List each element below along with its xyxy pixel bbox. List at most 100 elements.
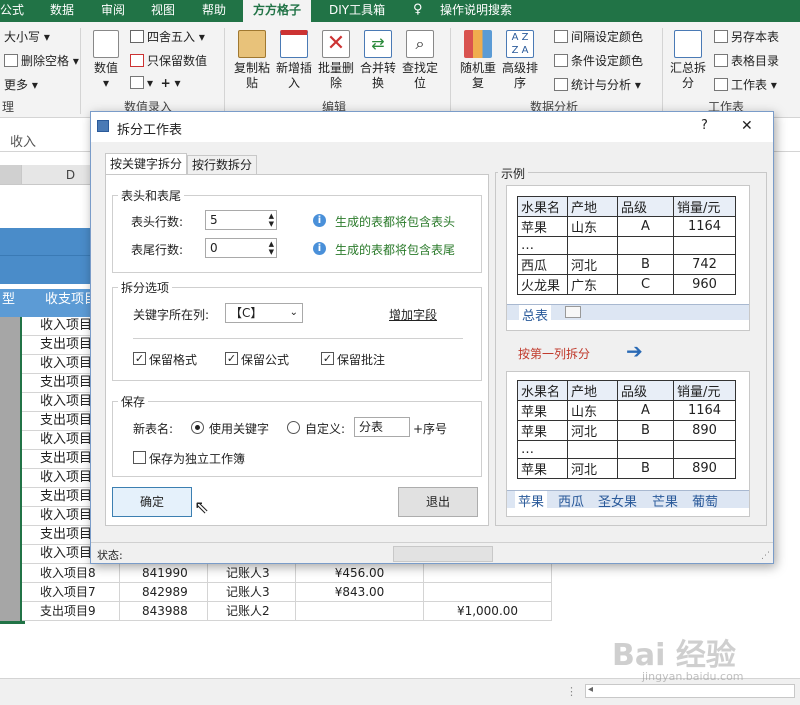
- misc-tools-button[interactable]: ▾ + ▾: [130, 76, 181, 90]
- more-button[interactable]: 更多 ▾: [4, 76, 38, 93]
- keep-value-button[interactable]: 只保留数值: [130, 52, 207, 69]
- tab-diy-toolbox[interactable]: DIY工具箱: [329, 0, 385, 22]
- example-header-cell: 品级: [617, 196, 674, 217]
- example-cell: 苹果: [517, 458, 568, 479]
- spinner-arrows-icon[interactable]: ▲ ▼: [269, 212, 274, 228]
- cond-color-button[interactable]: 条件设定颜色: [554, 52, 643, 69]
- round-icon: [130, 30, 144, 43]
- cell-code[interactable]: 843988: [120, 602, 208, 621]
- separator: [450, 28, 451, 114]
- sheet-toc-button[interactable]: 表格目录: [714, 52, 779, 69]
- example-legend: 示例: [498, 165, 529, 182]
- cell-item[interactable]: 收入项目8: [22, 564, 120, 583]
- example-row: …: [517, 236, 736, 255]
- cell-income[interactable]: [296, 602, 424, 621]
- tab-keyword-split[interactable]: 按关键字拆分: [105, 153, 187, 175]
- example-cell: 火龙果: [517, 274, 568, 295]
- ribbon-tab-bar: 公式 数据 审阅 视图 帮助 方方格子 DIY工具箱 ♀ 操作说明搜索: [0, 0, 800, 22]
- new-name-label: 新表名:: [133, 422, 174, 436]
- split-icon: [674, 30, 702, 58]
- example-cell: [673, 236, 736, 255]
- insert-row-icon: [280, 30, 308, 58]
- worksheet-button[interactable]: 工作表 ▾: [714, 76, 777, 93]
- example-row: 苹果 山东 A 1164: [517, 400, 736, 421]
- cell-expense[interactable]: [424, 583, 552, 602]
- cell-person[interactable]: 记账人3: [208, 583, 296, 602]
- case-button[interactable]: 大小写 ▾: [4, 28, 50, 45]
- keep-formula-checkbox[interactable]: ✓: [225, 352, 238, 365]
- summary-split-button[interactable]: 汇总拆分: [668, 30, 708, 91]
- advanced-sort-button[interactable]: A ZZ A 高级排序: [500, 30, 540, 91]
- horizontal-scrollbar[interactable]: [585, 684, 795, 698]
- keep-value-icon: [130, 54, 144, 67]
- keyword-col-label: 关键字所在列:: [133, 308, 210, 322]
- new-sheet-icon: [565, 306, 581, 318]
- cell-expense[interactable]: [424, 564, 552, 583]
- cell-expense[interactable]: ¥1,000.00: [424, 602, 552, 621]
- example-header-cell: 水果名: [517, 380, 568, 401]
- tab-row-split[interactable]: 按行数拆分: [187, 155, 257, 175]
- find-locate-button[interactable]: ⌕ 查找定位: [400, 30, 440, 91]
- tab-help[interactable]: 帮助: [202, 0, 226, 22]
- custom-radio[interactable]: [287, 421, 300, 434]
- save-independent-checkbox[interactable]: [133, 451, 146, 464]
- formula-bar-value[interactable]: 收入: [10, 131, 36, 150]
- example-row: 苹果 河北 B 890: [517, 420, 736, 441]
- spinner-arrows-icon[interactable]: ▲ ▼: [269, 240, 274, 256]
- copy-paste-button[interactable]: 复制粘贴: [232, 30, 272, 91]
- tab-view[interactable]: 视图: [151, 0, 175, 22]
- example-header-cell: 品级: [617, 380, 674, 401]
- header-rows-spinner[interactable]: 5 ▲ ▼: [205, 210, 277, 230]
- resize-grip-icon: ⋰: [761, 551, 770, 561]
- status-label: 状态:: [97, 549, 123, 562]
- keyword-col-select[interactable]: 【C】 ⌄: [225, 303, 303, 323]
- tab-search-help[interactable]: 操作说明搜索: [440, 0, 512, 22]
- remove-space-button[interactable]: 删除空格 ▾: [4, 52, 79, 69]
- merge-convert-button[interactable]: ⇄ 合并转换: [358, 30, 398, 91]
- cell-code[interactable]: 842989: [120, 583, 208, 602]
- close-icon[interactable]: ✕: [741, 118, 753, 134]
- keep-comment-checkbox[interactable]: ✓: [321, 352, 334, 365]
- ok-button[interactable]: 确定: [112, 487, 192, 517]
- cell-income[interactable]: ¥843.00: [296, 583, 424, 602]
- cell-code[interactable]: 841990: [120, 564, 208, 583]
- interval-color-button[interactable]: 间隔设定颜色: [554, 28, 643, 45]
- delete-x-icon: ✕: [322, 30, 350, 58]
- random-repeat-button[interactable]: 随机重复: [458, 30, 498, 91]
- edit-icon: [130, 76, 144, 89]
- tab-data[interactable]: 数据: [50, 0, 74, 22]
- use-keyword-radio[interactable]: [191, 421, 204, 434]
- selection-bottom-edge: [0, 621, 25, 624]
- custom-name-input[interactable]: 分表: [354, 417, 410, 437]
- arrow-down-icon: ➔: [626, 339, 643, 363]
- example-cell: [567, 236, 618, 255]
- tab-ffgz[interactable]: 方方格子: [243, 0, 312, 22]
- cell-person[interactable]: 记账人2: [208, 602, 296, 621]
- col-header-c[interactable]: [0, 165, 22, 185]
- footer-rows-spinner[interactable]: 0 ▲ ▼: [205, 238, 277, 258]
- example-cell: 河北: [567, 420, 618, 441]
- round-button[interactable]: 四舍五入 ▾: [130, 28, 205, 45]
- cell-item[interactable]: 收入项目7: [22, 583, 120, 602]
- scroll-left-icon[interactable]: ◂: [588, 684, 593, 695]
- example-cell: 河北: [567, 458, 618, 479]
- exit-button[interactable]: 退出: [398, 487, 478, 517]
- value-button[interactable]: 数值 ▾: [88, 30, 124, 91]
- cell-item[interactable]: 支出项目9: [22, 602, 120, 621]
- tab-formulas[interactable]: 公式: [0, 0, 24, 22]
- stats-button[interactable]: 统计与分析 ▾: [554, 76, 641, 93]
- keep-format-checkbox[interactable]: ✓: [133, 352, 146, 365]
- save-as-button[interactable]: 另存本表: [714, 28, 779, 45]
- keep-comment-label: 保留批注: [337, 353, 386, 367]
- insert-button[interactable]: 新增插入: [274, 30, 314, 91]
- cell-person[interactable]: 记账人3: [208, 564, 296, 583]
- example-sheet-tab: 葡萄: [692, 495, 719, 510]
- app-icon: [97, 120, 109, 132]
- cell-income[interactable]: ¥456.00: [296, 564, 424, 583]
- batch-delete-button[interactable]: ✕ 批量删除: [316, 30, 356, 91]
- tab-review[interactable]: 审阅: [101, 0, 125, 22]
- save-legend: 保存: [118, 393, 149, 410]
- selected-column[interactable]: [0, 317, 22, 621]
- help-button[interactable]: ?: [701, 118, 708, 133]
- add-field-link[interactable]: 增加字段: [389, 306, 437, 323]
